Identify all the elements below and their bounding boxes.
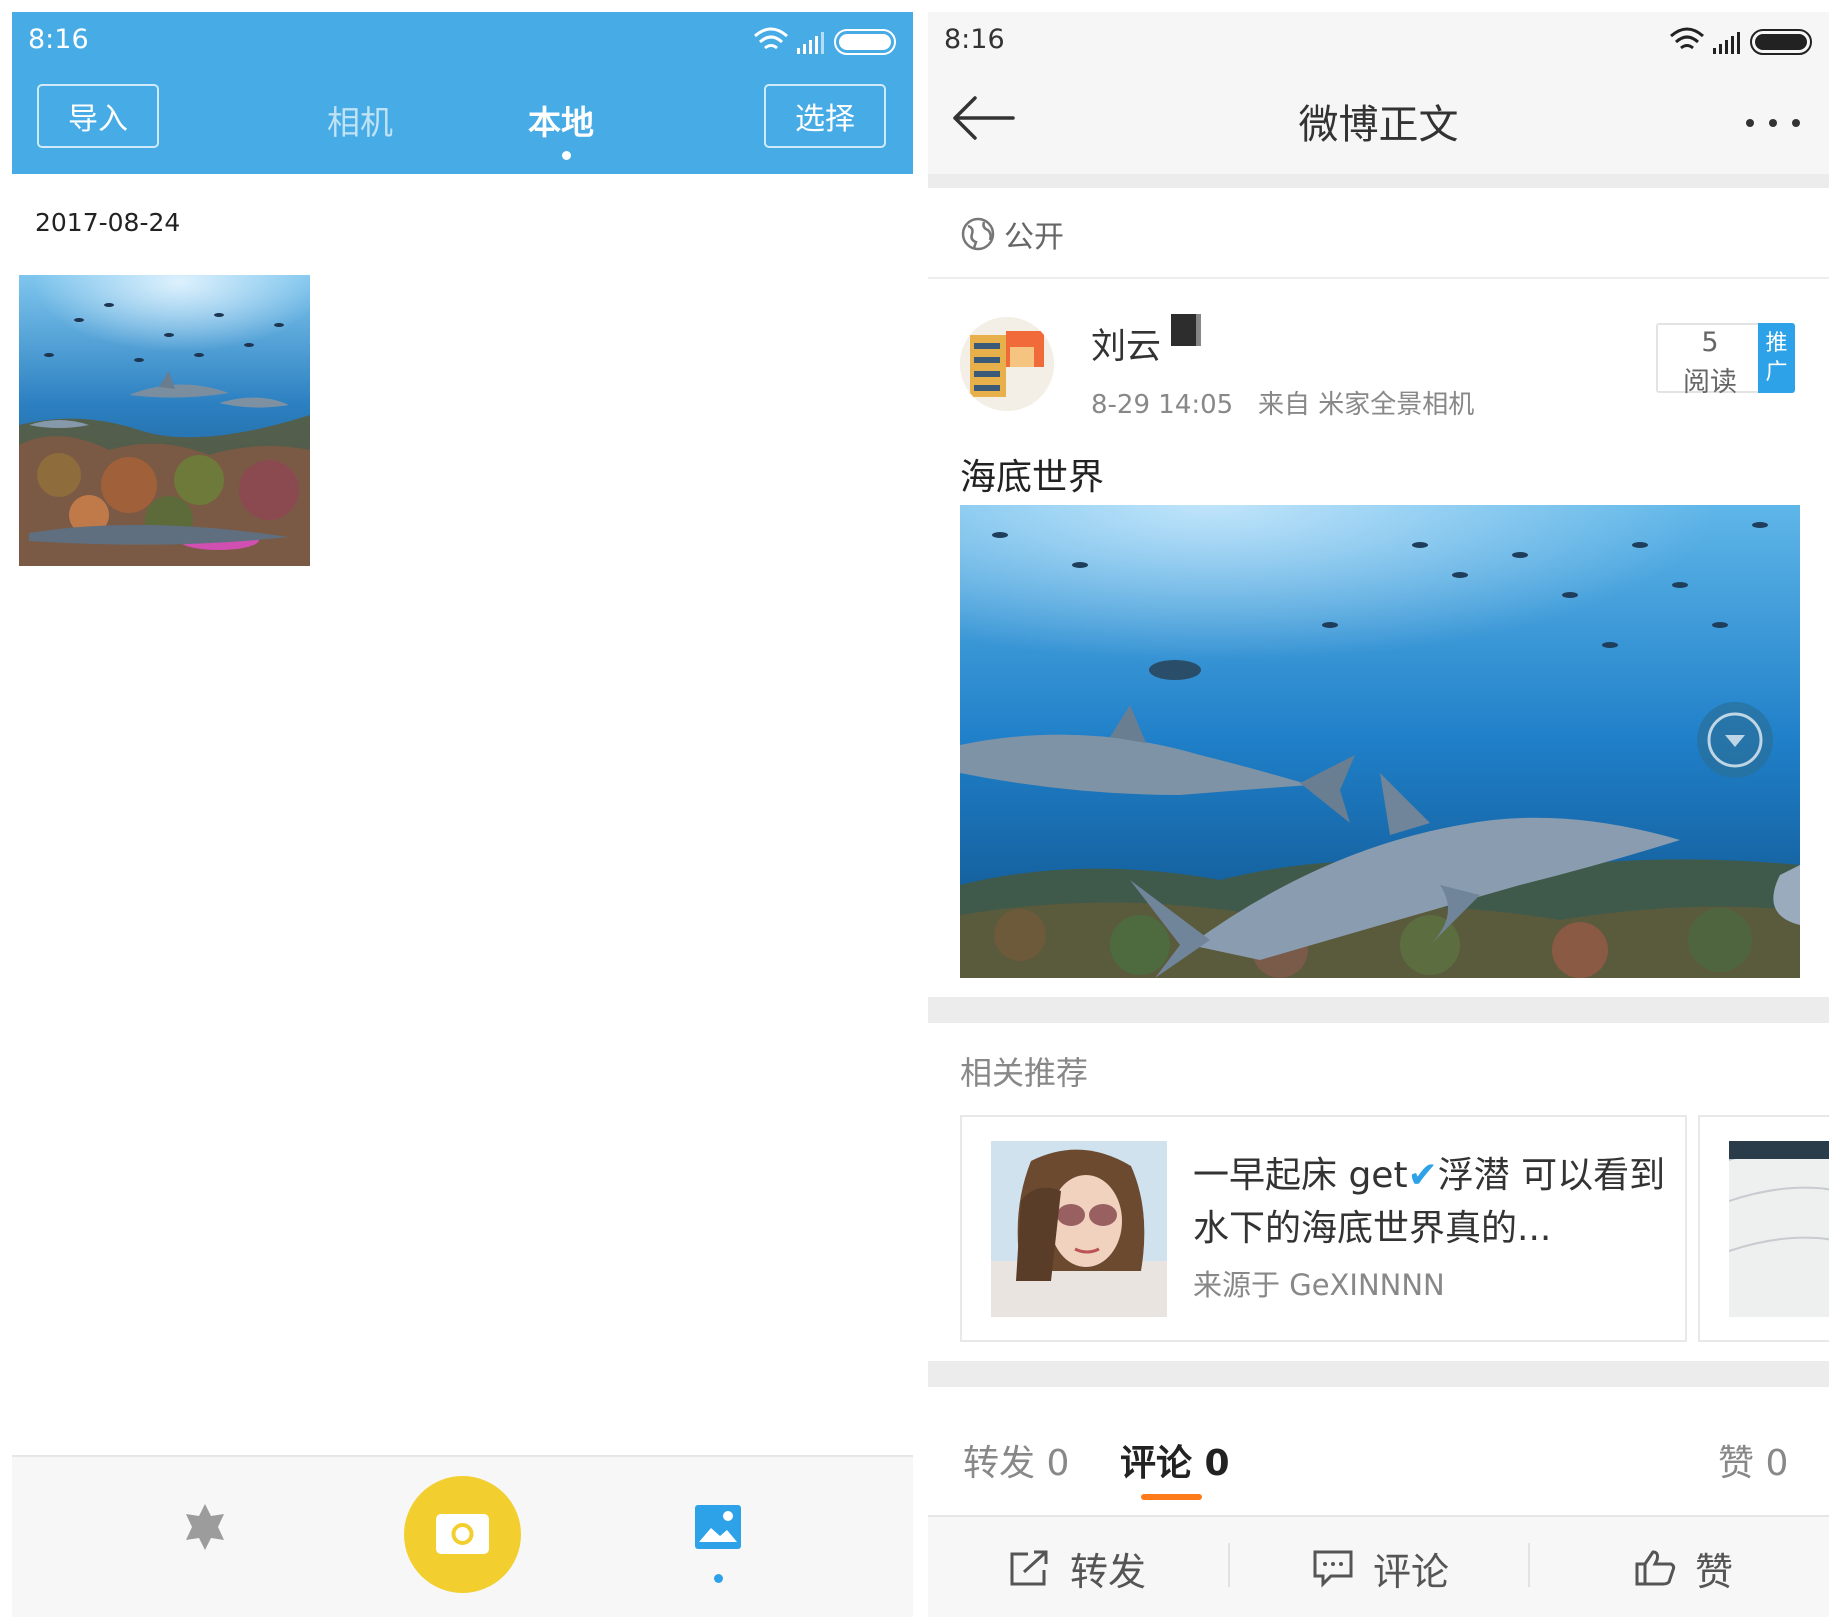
page-title: 微博正文	[1298, 102, 1459, 148]
camera-app-screen: 8:16 导入 相机 本地 选择 2017-08-24	[12, 12, 913, 1617]
wifi-icon	[754, 27, 788, 50]
camera-icon	[436, 1514, 489, 1554]
underwater-shark-image	[960, 505, 1800, 978]
status-time: 8:16	[28, 24, 89, 55]
active-nav-indicator	[714, 1574, 723, 1583]
panorama-thumbnail[interactable]	[19, 275, 310, 566]
checkmark-icon: ✔	[1407, 1155, 1438, 1196]
battery-icon	[1750, 29, 1812, 55]
promote-tag[interactable]: 推 广	[1758, 323, 1795, 393]
like-button[interactable]: 赞	[1633, 1517, 1733, 1617]
tab-camera[interactable]: 相机	[327, 96, 393, 144]
section-divider	[928, 997, 1829, 1023]
signal-icon	[797, 32, 824, 54]
avatar-illustration	[960, 317, 1054, 411]
related-post-photo-2	[1729, 1141, 1829, 1317]
status-icons	[754, 27, 896, 55]
related-post-card[interactable]: 一早起床 get✔浮潜 可以看到水下的海底世界真的... 来源于 GeXINNN…	[960, 1115, 1687, 1342]
wifi-icon	[1670, 27, 1704, 50]
tab-likes[interactable]: 赞 0	[1718, 1434, 1788, 1486]
action-bar: 转发 评论 赞	[928, 1515, 1829, 1617]
visibility-label: 公开	[1004, 220, 1064, 255]
related-text-part-1: 一早起床 get	[1193, 1155, 1408, 1196]
username[interactable]: 刘云	[1091, 318, 1161, 369]
signal-icon	[1713, 32, 1740, 54]
post-source: 来自 米家全景相机	[1258, 390, 1475, 420]
related-post-photo	[991, 1141, 1167, 1317]
action-divider	[1228, 1543, 1230, 1587]
tab-comments[interactable]: 评论 0	[1120, 1434, 1230, 1486]
shoot-button[interactable]	[404, 1476, 521, 1593]
weibo-post-screen: 8:16 微博正文 公开 刘云 8-29 14:05 来自 米家全景相机 5 阅…	[928, 12, 1829, 1617]
bottom-nav	[12, 1455, 913, 1617]
active-tab-underline	[1141, 1494, 1202, 1500]
panorama-badge-icon	[1697, 702, 1773, 778]
active-tab-indicator	[562, 151, 571, 160]
tab-reposts[interactable]: 转发 0	[963, 1434, 1069, 1486]
related-section-title: 相关推荐	[960, 1054, 1089, 1092]
select-button[interactable]: 选择	[764, 84, 886, 148]
underwater-thumbnail-image	[19, 275, 310, 566]
post-meta: 8-29 14:05 来自 米家全景相机	[1091, 384, 1474, 421]
related-post-card-2[interactable]	[1698, 1115, 1829, 1342]
share-icon	[1010, 1550, 1048, 1586]
action-divider	[1528, 1543, 1530, 1587]
repost-button[interactable]: 转发	[1008, 1517, 1146, 1617]
explore-star-icon[interactable]	[180, 1502, 230, 1552]
woman-selfie-image	[991, 1141, 1167, 1317]
tab-local[interactable]: 本地	[528, 96, 594, 144]
post-time: 8-29 14:05	[1091, 390, 1234, 420]
post-text: 海底世界	[960, 457, 1105, 498]
top-bar: 8:16 导入 相机 本地 选择	[12, 12, 913, 174]
divider-line	[928, 277, 1829, 279]
visibility-row: 公开	[960, 212, 1064, 256]
read-count-badge[interactable]: 5 阅读 推 广	[1656, 323, 1795, 398]
date-group-header: 2017-08-24	[35, 208, 181, 237]
avatar[interactable]	[960, 317, 1054, 411]
status-time: 8:16	[944, 24, 1005, 55]
section-divider	[928, 174, 1829, 188]
import-button[interactable]: 导入	[37, 84, 159, 148]
globe-icon	[961, 217, 995, 251]
battery-icon	[834, 29, 896, 55]
thumbs-up-icon	[1635, 1550, 1676, 1586]
status-bar: 8:16	[928, 12, 1829, 74]
read-count: 5	[1701, 327, 1719, 358]
comment-icon	[1313, 1550, 1353, 1588]
section-divider	[928, 1361, 1829, 1387]
more-options-icon[interactable]	[1743, 116, 1803, 130]
status-bar: 8:16	[12, 12, 913, 74]
redaction-blur	[1196, 312, 1366, 356]
comment-label: 评论	[1373, 1549, 1450, 1594]
related-post-text: 一早起床 get✔浮潜 可以看到水下的海底世界真的...	[1193, 1149, 1673, 1255]
top-bar: 8:16 微博正文	[928, 12, 1829, 174]
sail-image	[1729, 1141, 1829, 1317]
repost-label: 转发	[1070, 1549, 1147, 1594]
status-icons	[1670, 27, 1812, 55]
gallery-icon[interactable]	[693, 1502, 743, 1552]
panorama-post-image[interactable]	[960, 505, 1800, 978]
comment-button[interactable]: 评论	[1311, 1517, 1449, 1617]
read-label: 阅读	[1683, 367, 1737, 398]
related-post-source: 来源于 GeXINNNN	[1193, 1268, 1445, 1302]
promote-label-1: 推	[1765, 331, 1788, 356]
promote-label-2: 广	[1765, 360, 1788, 385]
like-label: 赞	[1695, 1549, 1734, 1594]
